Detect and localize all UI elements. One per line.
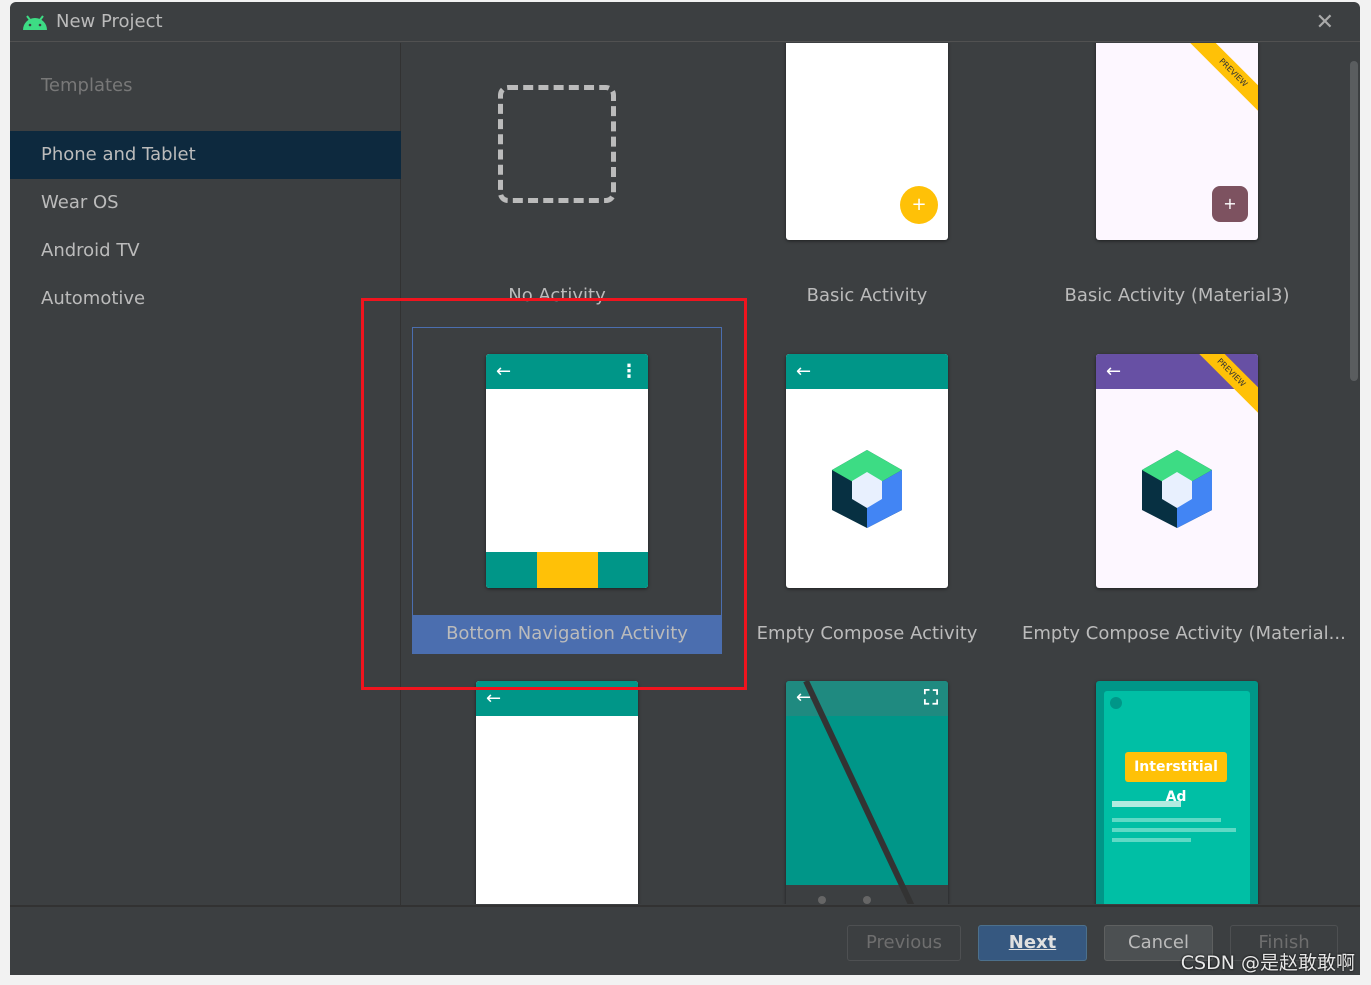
template-label: No Activity (508, 285, 606, 306)
template-label: Empty Compose Activity (Material... (1022, 623, 1346, 644)
fab-icon: + (1212, 186, 1248, 222)
overflow-menu-icon: ⋮ (620, 361, 638, 382)
back-arrow-icon: ← (796, 361, 812, 382)
back-arrow-icon: ← (496, 361, 512, 382)
phone-preview: ← ⛶ (786, 681, 948, 904)
phone-preview: Interstitial Ad (1096, 681, 1258, 904)
preview-badge: PREVIEW (1187, 43, 1258, 119)
template-no-activity[interactable]: No Activity (402, 43, 712, 343)
sidebar-item-phone-tablet[interactable]: Phone and Tablet (10, 131, 401, 179)
fab-icon: + (900, 186, 938, 224)
interstitial-ad-label: Interstitial Ad (1125, 752, 1227, 805)
sidebar-item-automotive[interactable]: Automotive (10, 275, 401, 323)
android-icon (23, 14, 47, 30)
watermark: CSDN @是赵敢敢啊 (1180, 952, 1355, 974)
phone-preview: ← ⋮ (486, 354, 648, 588)
empty-dashed-icon (498, 85, 616, 203)
sidebar-item-android-tv[interactable]: Android TV (10, 227, 401, 275)
template-basic-activity-material3[interactable]: ←⋮ PREVIEW + Basic Activity (Material3) (1022, 43, 1332, 343)
bottom-nav-bar (486, 552, 648, 588)
template-label: Basic Activity (Material3) (1064, 285, 1290, 306)
window-title: New Project (56, 11, 163, 32)
compose-logo-icon (832, 450, 902, 528)
template-bottom-navigation-activity[interactable]: ← ⋮ Bottom Navigation Activity (412, 327, 722, 654)
close-icon[interactable]: ✕ (1316, 10, 1334, 35)
template-label: Basic Activity (806, 285, 928, 306)
app-bar: ← ⋮ (486, 354, 648, 389)
phone-preview: ←⋮ PREVIEW + (1096, 43, 1258, 240)
dialog-footer: Previous Next Cancel Finish (10, 905, 1360, 975)
scrollbar-thumb[interactable] (1350, 61, 1358, 381)
template-empty-compose-activity[interactable]: ← Empty Compose Activity (712, 327, 1022, 654)
title-bar: New Project ✕ (10, 2, 1360, 42)
template-fullscreen-activity[interactable]: ← ⛶ (712, 654, 1022, 904)
fullscreen-icon: ⛶ (924, 685, 938, 709)
back-arrow-icon: ← (486, 688, 502, 709)
back-arrow-icon: ← (1106, 361, 1122, 382)
previous-button[interactable]: Previous (847, 925, 961, 961)
templates-header: Templates (41, 75, 133, 96)
phone-preview: ← PREVIEW (1096, 354, 1258, 588)
template-basic-activity[interactable]: ←⋮ + Basic Activity (712, 43, 1022, 343)
template-grid-scrollbar[interactable] (1348, 43, 1360, 904)
app-bar: ← (786, 354, 948, 389)
app-bar: ← (476, 681, 638, 716)
sidebar-item-wear-os[interactable]: Wear OS (10, 179, 401, 227)
template-label: Bottom Navigation Activity (412, 615, 722, 653)
new-project-dialog: New Project ✕ Templates Phone and Tablet… (10, 2, 1360, 975)
compose-logo-icon (1142, 450, 1212, 528)
template-empty-activity[interactable]: ← (402, 654, 712, 904)
template-empty-compose-activity-material3[interactable]: ← PREVIEW Empty Compose Activity (Materi… (1022, 327, 1346, 654)
template-grid: No Activity ←⋮ + Basic Activity ←⋮ PREVI… (402, 43, 1348, 904)
next-button[interactable]: Next (978, 925, 1087, 961)
back-arrow-icon: ← (796, 687, 812, 708)
fullscreen-illustration (786, 681, 948, 904)
template-google-admob-ads-activity[interactable]: Interstitial Ad (1022, 654, 1332, 904)
phone-preview: ← (786, 354, 948, 588)
phone-preview: ←⋮ + (786, 43, 948, 240)
template-label: Empty Compose Activity (756, 623, 978, 644)
template-category-sidebar: Templates Phone and Tablet Wear OS Andro… (10, 43, 401, 905)
phone-preview: ← (476, 681, 638, 904)
